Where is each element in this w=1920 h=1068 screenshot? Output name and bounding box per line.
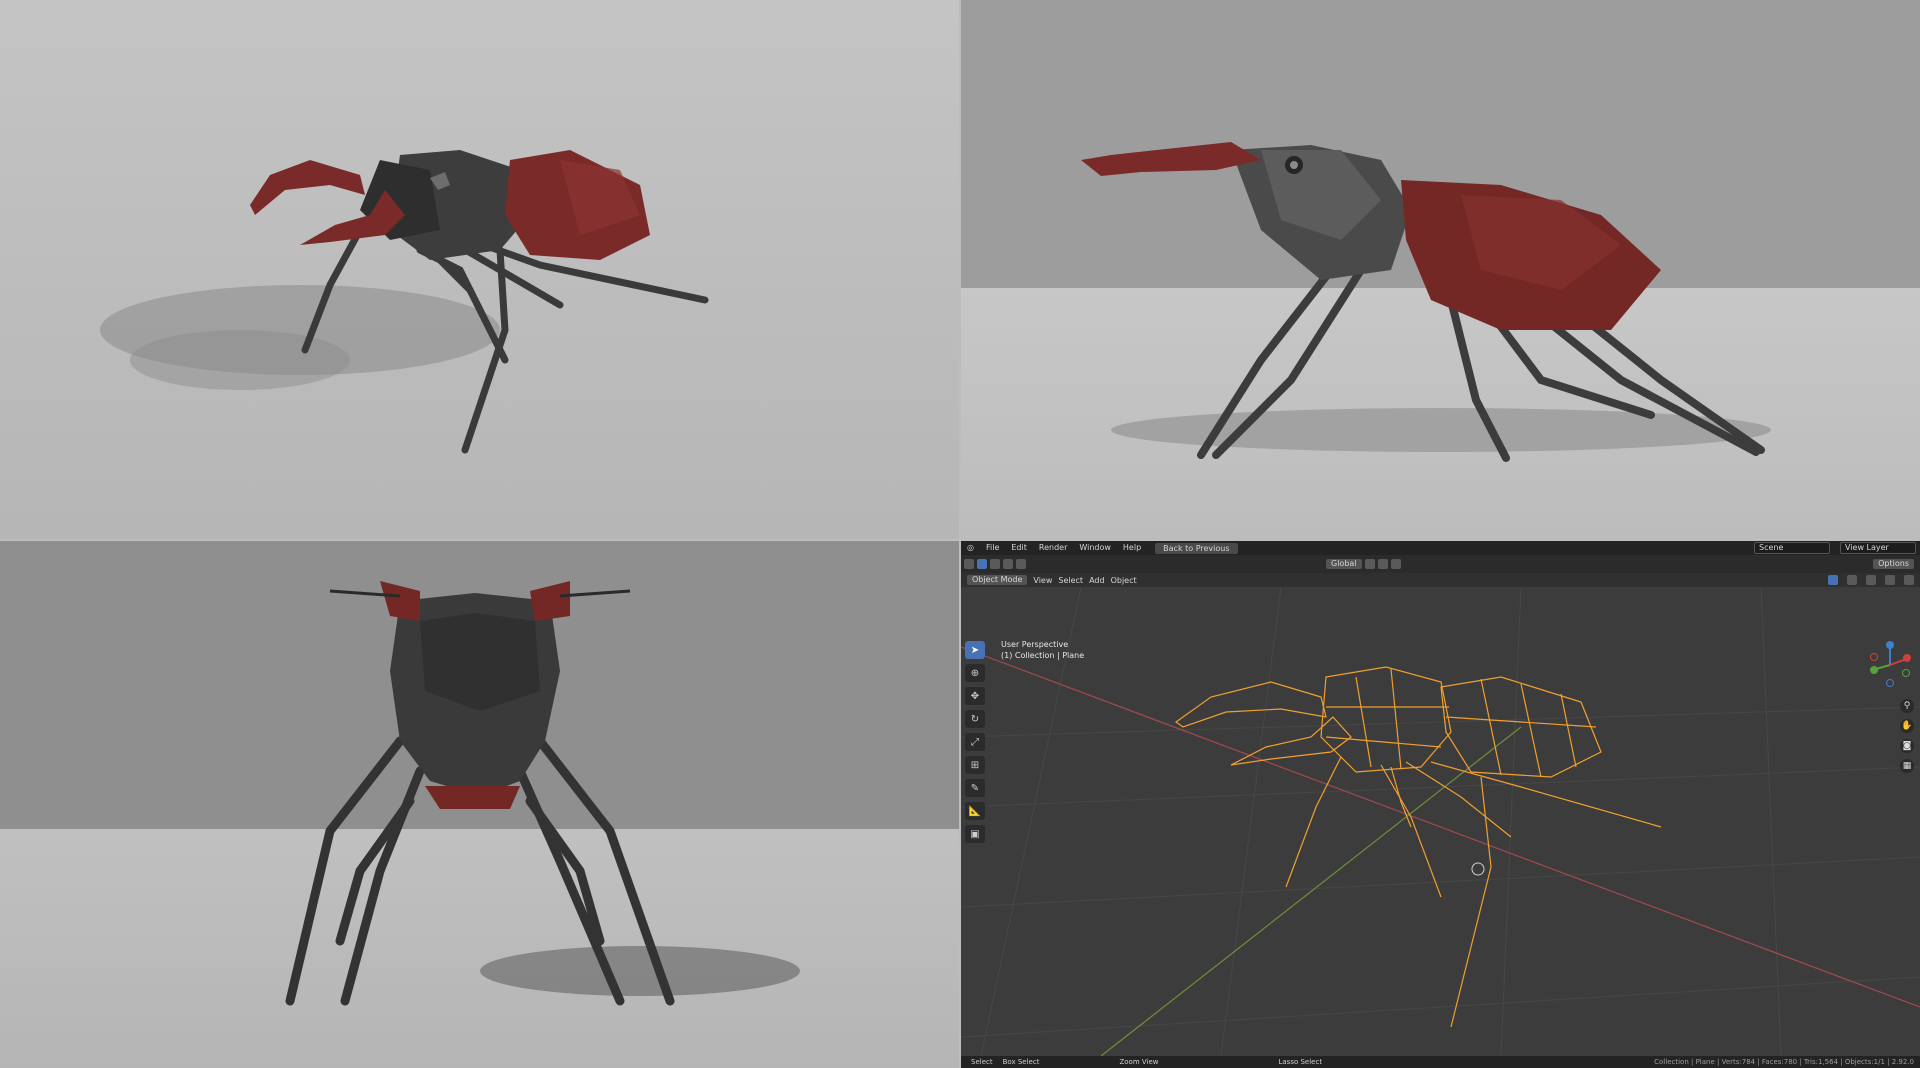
menu-add[interactable]: Add	[1089, 576, 1105, 585]
shading-wireframe-icon[interactable]	[1866, 575, 1876, 585]
3d-viewport[interactable]: User Perspective (1) Collection | Plane …	[961, 587, 1920, 1056]
transform-orientation-dropdown[interactable]: Global	[1326, 559, 1362, 569]
options-button[interactable]: Options	[1873, 559, 1914, 569]
blender-logo-icon[interactable]: ◎	[961, 541, 980, 555]
viewport-wireframe	[961, 587, 1920, 1056]
shading-solid-icon[interactable]	[1885, 575, 1895, 585]
menu-render[interactable]: Render	[1033, 541, 1073, 555]
render-front-view	[0, 541, 959, 1068]
rotate-tool-icon[interactable]: ↻	[965, 710, 985, 728]
render-side-view	[961, 0, 1920, 539]
annotate-tool-icon[interactable]: ✎	[965, 779, 985, 797]
editor-type-icon[interactable]	[964, 559, 974, 569]
status-zoom-view: Zoom View	[1119, 1058, 1159, 1066]
top-menu-bar: ◎ File Edit Render Window Help Back to P…	[961, 541, 1920, 555]
render-angled-view	[0, 0, 959, 539]
tool-header: Global Options	[961, 555, 1920, 573]
tool-shelf: ➤ ⊕ ✥ ↻ ⤢ ⊞ ✎ 📐 ▣	[965, 641, 987, 843]
select-box-icon[interactable]	[977, 559, 987, 569]
snap-icon[interactable]	[1377, 559, 1388, 569]
xray-icon[interactable]	[1847, 575, 1857, 585]
menu-object[interactable]: Object	[1111, 576, 1137, 585]
navigation-gizmo-icon[interactable]	[1868, 639, 1912, 691]
scale-tool-icon[interactable]: ⤢	[965, 733, 985, 751]
menu-select[interactable]: Select	[1058, 576, 1083, 585]
zoom-icon[interactable]: ⚲	[1900, 699, 1914, 713]
beetle-render-angled	[100, 150, 709, 454]
viewport-subtitle: (1) Collection | Plane	[1001, 651, 1085, 660]
overlays-icon[interactable]	[1828, 575, 1838, 585]
pivot-icon[interactable]	[1364, 559, 1375, 569]
select-tool-icon[interactable]: ➤	[965, 641, 985, 659]
status-lasso-select: Lasso Select	[1278, 1058, 1323, 1066]
status-select: Select	[971, 1058, 993, 1066]
transform-tool-icon[interactable]: ⊞	[965, 756, 985, 774]
grid-toggle-icon[interactable]: ▦	[1900, 759, 1914, 773]
measure-tool-icon[interactable]: 📐	[965, 802, 985, 820]
cursor-tool-icon[interactable]: ⊕	[965, 664, 985, 682]
status-box-select: Box Select	[1002, 1058, 1040, 1066]
beetle-render-front	[285, 581, 800, 1006]
menu-edit[interactable]: Edit	[1005, 541, 1033, 555]
proportional-edit-icon[interactable]	[1390, 559, 1401, 569]
add-cube-tool-icon[interactable]: ▣	[965, 825, 985, 843]
pan-hand-icon[interactable]: ✋	[1900, 719, 1914, 733]
menu-help[interactable]: Help	[1117, 541, 1147, 555]
scene-selector[interactable]: Scene	[1754, 542, 1830, 554]
mode-dropdown[interactable]: Object Mode	[967, 575, 1028, 585]
view-layer-selector[interactable]: View Layer	[1840, 542, 1916, 554]
menu-window[interactable]: Window	[1073, 541, 1117, 555]
beetle-render-side	[1081, 142, 1771, 462]
camera-icon[interactable]: ◙	[1900, 739, 1914, 753]
menu-file[interactable]: File	[980, 541, 1005, 555]
select-subtract-icon[interactable]	[1016, 559, 1026, 569]
menu-view[interactable]: View	[1033, 576, 1052, 585]
viewport-info: User Perspective (1) Collection | Plane	[1001, 639, 1084, 661]
scene-statistics: Collection | Plane | Verts:784 | Faces:7…	[1654, 1058, 1914, 1066]
select-extend-icon[interactable]	[1003, 559, 1013, 569]
viewport-header: Object Mode View Select Add Object	[961, 573, 1920, 587]
back-to-previous-button[interactable]: Back to Previous	[1155, 542, 1238, 554]
view-navigation: ⚲ ✋ ◙ ▦	[1900, 699, 1914, 773]
viewport-title: User Perspective	[1001, 640, 1069, 649]
move-tool-icon[interactable]: ✥	[965, 687, 985, 705]
status-bar: Select Box Select Zoom View Lasso Select…	[961, 1056, 1920, 1068]
shading-material-icon[interactable]	[1904, 575, 1914, 585]
select-mode-icon[interactable]	[990, 559, 1000, 569]
blender-window: ◎ File Edit Render Window Help Back to P…	[961, 541, 1920, 1068]
